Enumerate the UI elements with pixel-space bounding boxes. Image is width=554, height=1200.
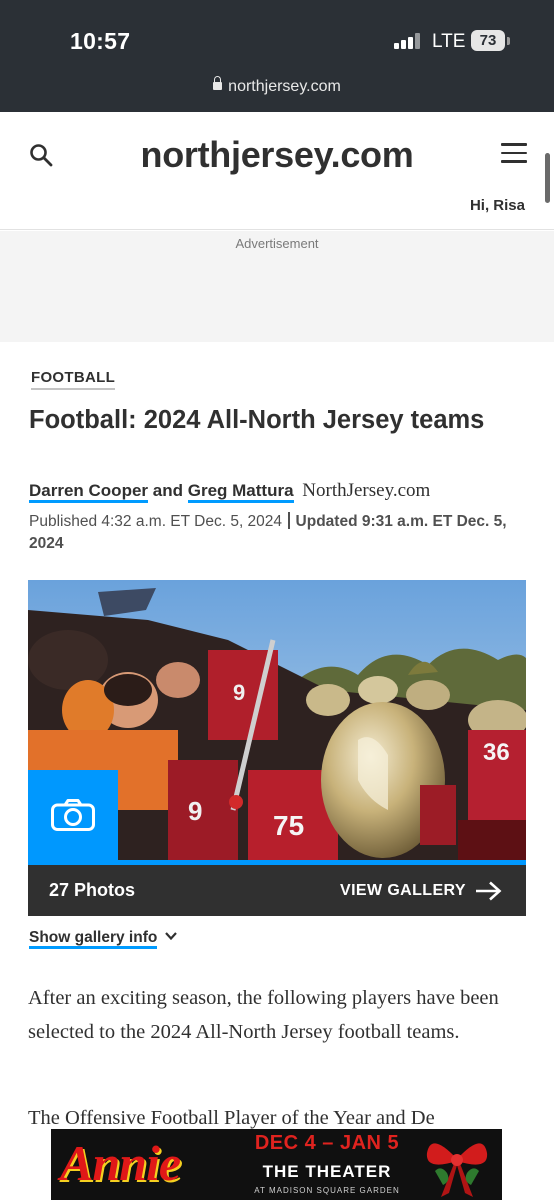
chevron-down-icon bbox=[165, 932, 178, 940]
camera-icon bbox=[51, 799, 95, 831]
byline-joiner: and bbox=[152, 481, 183, 500]
banner-ad-dates: DEC 4 – JAN 5 bbox=[254, 1132, 400, 1154]
banner-ad[interactable]: Annie DEC 4 – JAN 5 THE THEATER AT MADIS… bbox=[51, 1129, 502, 1200]
ad-label: Advertisement bbox=[235, 236, 319, 251]
network-label: LTE bbox=[432, 31, 466, 52]
banner-ad-subtitle: AT MADISON SQUARE GARDEN bbox=[254, 1186, 400, 1195]
show-gallery-info-button[interactable]: Show gallery info bbox=[29, 929, 178, 949]
site-logo[interactable]: northjersey.com bbox=[0, 134, 554, 176]
menu-icon[interactable] bbox=[501, 143, 527, 163]
svg-text:9: 9 bbox=[233, 680, 245, 705]
battery-nub bbox=[507, 37, 510, 45]
dateline: Published 4:32 a.m. ET Dec. 5, 2024 Updat… bbox=[29, 511, 519, 555]
byline-source: NorthJersey.com bbox=[302, 480, 431, 501]
lock-icon bbox=[213, 76, 223, 90]
article-paragraph: After an exciting season, the following … bbox=[28, 987, 499, 1043]
camera-badge[interactable] bbox=[28, 770, 118, 860]
date-divider bbox=[288, 512, 290, 529]
bow-icon bbox=[426, 1143, 488, 1197]
svg-text:36: 36 bbox=[483, 739, 510, 766]
user-greeting[interactable]: Hi, Risa bbox=[470, 197, 525, 214]
signal-icon bbox=[394, 33, 420, 49]
article-headline: Football: 2024 All-North Jersey teams bbox=[29, 406, 485, 434]
section-label[interactable]: FOOTBALL bbox=[31, 369, 116, 390]
ad-slot: Advertisement bbox=[0, 231, 554, 342]
gallery-photo[interactable]: 9 9 75 36 bbox=[28, 580, 526, 860]
banner-ad-title: Annie bbox=[60, 1135, 181, 1191]
status-bar: 10:57 LTE 73 northjersey.com bbox=[0, 0, 554, 112]
author-link[interactable]: Darren Cooper bbox=[29, 481, 149, 503]
banner-ad-venue: THE THEATER bbox=[262, 1162, 392, 1181]
battery-icon: 73 bbox=[471, 30, 505, 51]
clock: 10:57 bbox=[70, 28, 131, 54]
scrollbar[interactable] bbox=[545, 153, 550, 203]
url-text: northjersey.com bbox=[228, 78, 341, 95]
photo-count: 27 Photos bbox=[49, 880, 136, 900]
published-date: Published 4:32 a.m. ET Dec. 5, 2024 bbox=[29, 513, 283, 530]
gallery-info-label: Show gallery info bbox=[29, 929, 158, 949]
svg-text:9: 9 bbox=[188, 796, 202, 826]
svg-text:75: 75 bbox=[273, 810, 304, 841]
arrow-right-icon[interactable] bbox=[475, 881, 502, 901]
address-bar[interactable]: northjersey.com bbox=[0, 76, 554, 96]
photo-gallery[interactable]: 9 9 75 36 27 Photos VIEW GALLERY bbox=[28, 580, 526, 916]
gallery-bar[interactable]: 27 Photos VIEW GALLERY bbox=[28, 860, 526, 916]
site-header: northjersey.com Hi, Risa bbox=[0, 112, 554, 230]
byline: Darren Cooper and Greg Mattura NorthJers… bbox=[29, 480, 529, 503]
author-link[interactable]: Greg Mattura bbox=[187, 481, 294, 503]
view-gallery-button[interactable]: VIEW GALLERY bbox=[340, 882, 466, 900]
